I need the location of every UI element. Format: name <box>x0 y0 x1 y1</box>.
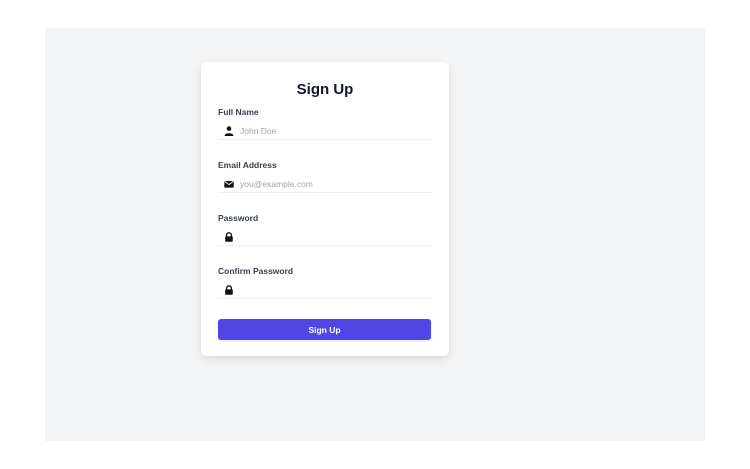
email-label: Email Address <box>218 160 277 170</box>
envelope-icon <box>224 181 234 188</box>
confirm-password-input[interactable] <box>240 282 425 297</box>
full-name-field <box>218 123 432 140</box>
sign-up-button[interactable]: Sign Up <box>218 319 431 340</box>
user-icon <box>224 126 234 136</box>
confirm-password-label: Confirm Password <box>218 266 294 276</box>
password-label: Password <box>218 213 259 223</box>
password-input[interactable] <box>240 229 425 244</box>
email-input[interactable] <box>240 176 425 191</box>
full-name-input[interactable] <box>240 123 425 138</box>
email-field <box>218 176 432 193</box>
confirm-password-field <box>218 282 432 299</box>
lock-icon <box>225 232 233 242</box>
signup-card: Sign Up Full Name Email Address Password… <box>201 62 449 356</box>
password-field <box>218 229 432 246</box>
lock-icon <box>225 285 233 295</box>
form-title: Sign Up <box>296 81 354 98</box>
full-name-label: Full Name <box>218 107 259 117</box>
